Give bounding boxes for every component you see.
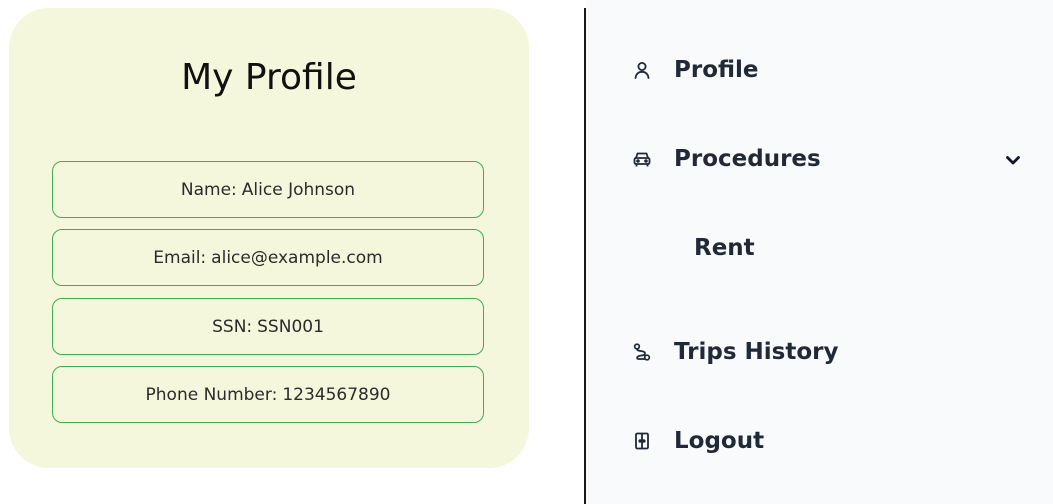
field-value: 1234567890 [282,384,391,405]
field-value: Alice Johnson [241,179,356,200]
field-label: Email: [153,247,207,268]
user-icon [632,60,652,80]
profile-phone-field: Phone Number: 1234567890 [52,366,484,423]
door-exit-icon [632,431,652,451]
field-value: SSN001 [257,316,324,337]
sidebar-item-label: Trips History [674,339,839,365]
car-icon [632,149,652,169]
field-label: Phone Number: [145,384,278,405]
sidebar-item-label: Profile [674,57,759,83]
chevron-down-icon[interactable] [1003,150,1023,170]
submenu-item-label: Rent [694,235,755,261]
profile-name-field: Name: Alice Johnson [52,161,484,218]
sidebar-item-logout[interactable]: Logout [632,423,764,459]
field-value: alice@example.com [211,247,383,268]
field-label: SSN: [212,316,253,337]
sidebar-item-procedures[interactable]: Procedures [632,141,821,177]
page-title: My Profile [181,57,357,98]
sidebar-item-trips-history[interactable]: Trips History [632,334,839,370]
profile-ssn-field: SSN: SSN001 [52,298,484,355]
sidebar-item-profile[interactable]: Profile [632,52,759,88]
profile-card: My Profile Name: Alice Johnson Email: al… [9,8,529,468]
field-label: Name: [180,179,237,200]
profile-email-field: Email: alice@example.com [52,229,484,286]
submenu-item-rent[interactable]: Rent [694,230,755,266]
sidebar-item-label: Logout [674,428,765,454]
side-menu: Profile Procedures Rent Trips History Lo… [586,0,1053,504]
route-icon [632,342,652,362]
sidebar-item-label: Procedures [674,146,821,172]
